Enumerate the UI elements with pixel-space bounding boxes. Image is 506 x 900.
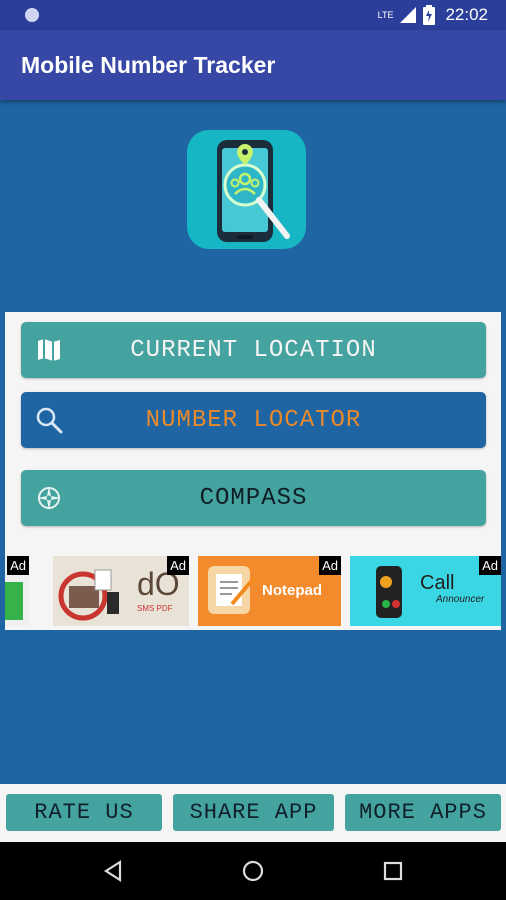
share-app-button[interactable]: SHARE APP: [173, 794, 334, 831]
ad-badge: Ad: [479, 556, 501, 575]
number-locator-button[interactable]: NUMBER LOCATOR: [21, 392, 486, 448]
search-icon: [36, 407, 63, 434]
back-icon[interactable]: [102, 859, 126, 883]
rate-us-button[interactable]: RATE US: [6, 794, 162, 831]
compass-icon: [37, 486, 61, 510]
app-bar: Mobile Number Tracker: [0, 30, 506, 100]
ad-notepad-text: Notepad: [262, 582, 322, 599]
ad-call-text: Call: [420, 572, 455, 594]
more-apps-button[interactable]: MORE APPS: [345, 794, 501, 831]
recents-icon[interactable]: [382, 860, 404, 882]
ad-badge: Ad: [167, 556, 189, 575]
bottom-action-bar: RATE US SHARE APP MORE APPS: [0, 784, 506, 842]
home-icon[interactable]: [241, 859, 265, 883]
pdf-printer-icon: [58, 569, 119, 621]
notification-dot-icon: [25, 8, 39, 22]
app-logo: [187, 130, 306, 249]
battery-icon: [423, 5, 436, 25]
app-title: Mobile Number Tracker: [21, 52, 276, 78]
phone-tracker-icon: [217, 140, 290, 242]
phone-ringing-icon: [376, 566, 402, 618]
ad-notepad-app[interactable]: Notepad Ad: [198, 556, 341, 626]
clock: 22:02: [445, 5, 488, 24]
ad-badge: Ad: [319, 556, 341, 575]
current-location-button[interactable]: CURRENT LOCATION: [21, 322, 486, 378]
ad-call-announcer-app[interactable]: Call Announcer Ad: [350, 556, 501, 626]
ad-partial-left[interactable]: Ad: [5, 556, 29, 626]
map-icon: [38, 339, 60, 361]
menu-panel: CURRENT LOCATION NUMBER LOCATOR COMPASS …: [5, 312, 501, 630]
system-nav-bar: [0, 842, 506, 900]
ad-pdf-subtext: SMS PDF: [137, 604, 173, 613]
notepad-icon: [208, 566, 256, 614]
ads-carousel[interactable]: Ad dO SMS PDF Ad Notepad Ad Call Announc…: [5, 556, 501, 630]
status-bar: LTE 22:02: [0, 0, 506, 30]
current-location-label: CURRENT LOCATION: [130, 336, 377, 364]
ad-pdf-app[interactable]: dO SMS PDF Ad: [53, 556, 189, 626]
ad-announcer-text: Announcer: [436, 594, 485, 605]
lte-label: LTE: [377, 10, 394, 20]
status-icons: LTE 22:02: [378, 5, 488, 25]
compass-button[interactable]: COMPASS: [21, 470, 486, 526]
signal-icon: [400, 7, 417, 23]
compass-label: COMPASS: [199, 484, 308, 512]
ad-badge: Ad: [7, 556, 29, 575]
number-locator-label: NUMBER LOCATOR: [145, 406, 362, 434]
